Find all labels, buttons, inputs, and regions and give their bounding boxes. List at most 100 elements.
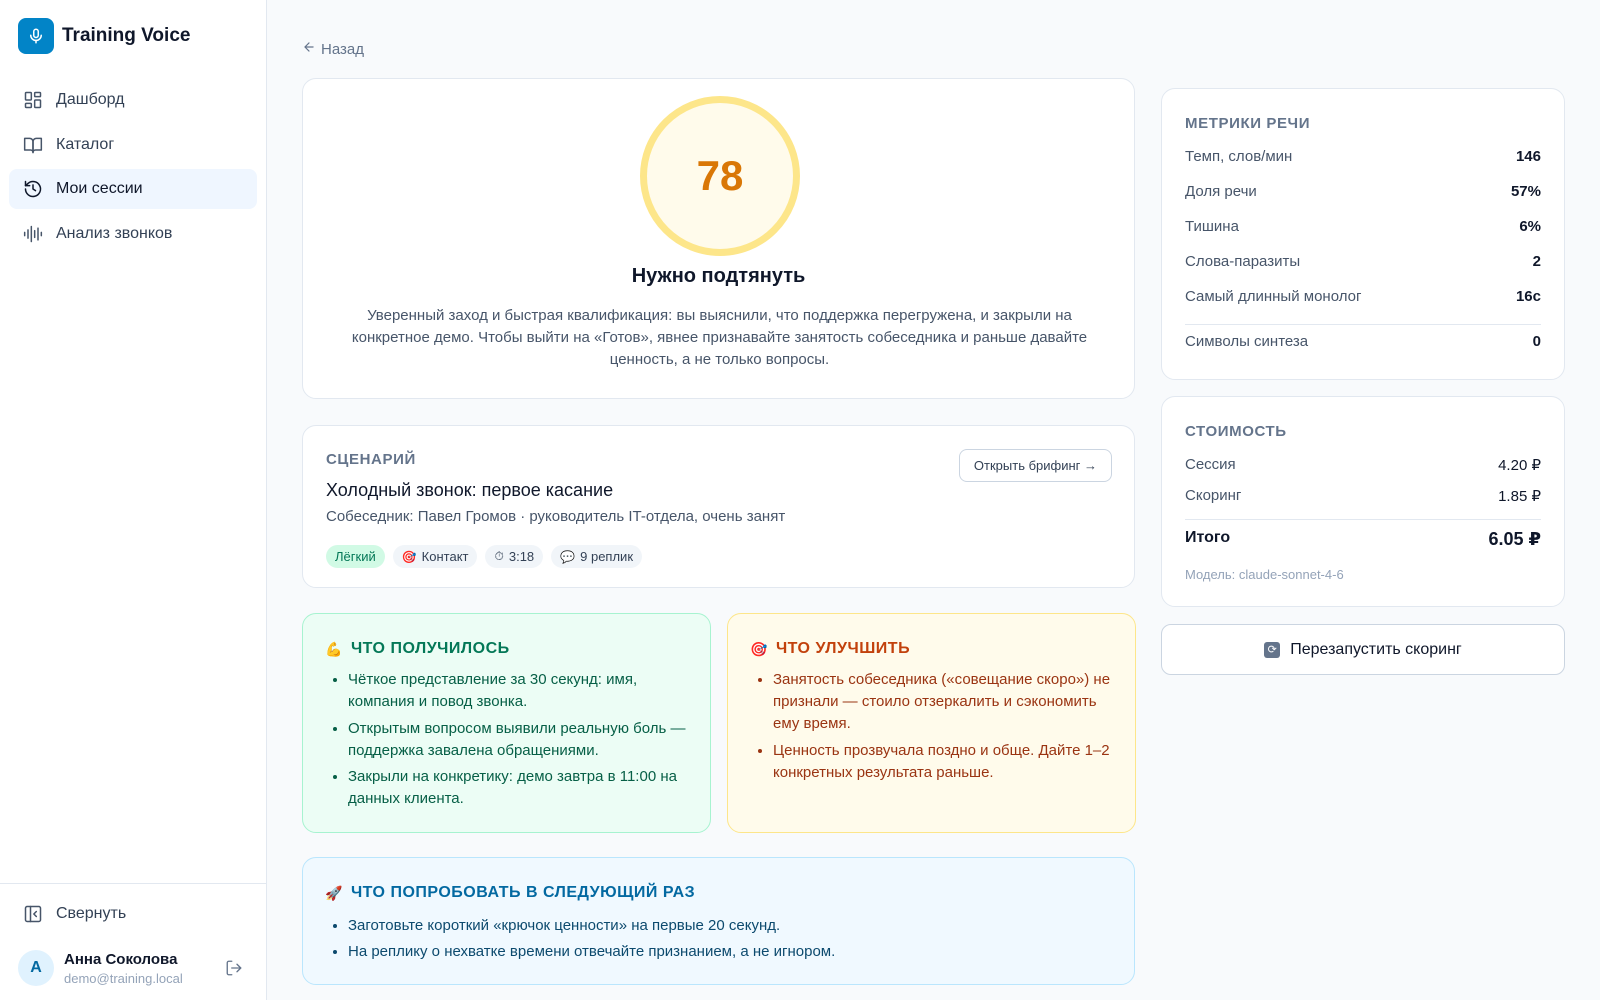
timer-icon: ⏱ [494,549,504,563]
dashboard-icon [23,90,43,110]
cost-label: Скоринг [1185,487,1242,504]
metric-value: 16с [1515,288,1541,305]
score-ring: 78 [640,96,800,256]
microphone-icon [18,18,54,54]
total-label: Итого [1185,529,1231,546]
score-value: 78 [696,152,744,199]
metric-row: Доля речи 57% [1185,183,1541,200]
rescore-button[interactable]: ⟳ Перезапустить скоринг [1161,624,1565,675]
metric-value: 146 [1515,148,1541,165]
collapse-button[interactable]: Свернуть [9,894,126,934]
waveform-icon [23,224,43,244]
book-icon [23,135,43,155]
cost-row-session: Сессия 4.20 ₽ [1185,456,1541,474]
speech-bubble-icon: 💬 [560,549,576,564]
duration-label: 3:18 [508,549,535,564]
back-label: Назад [321,40,364,58]
cost-caption: Стоимость [1185,423,1287,440]
model-label: Модель: claude-sonnet-4-6 [1185,567,1344,582]
brand[interactable]: Training Voice [18,18,190,54]
list-item: Чёткое представление за 30 секунд: имя, … [348,669,690,713]
cost-card: Стоимость Сессия 4.20 ₽ Скоринг 1.85 ₽ И… [1161,396,1565,607]
avatar: А [18,950,54,986]
metric-label: Тишина [1185,218,1239,235]
list-item: Ценность прозвучала поздно и обще. Дайте… [773,740,1115,784]
list-item: На реплику о нехватке времени отвечайте … [348,941,1114,963]
user-email: demo@training.local [64,970,183,986]
sidebar-item-label: Каталог [56,135,115,153]
sidebar: Training Voice Дашборд Каталог Мои сесси… [0,0,267,1000]
metric-row: Самый длинный монолог 16с [1185,288,1541,305]
refresh-icon: ⟳ [1264,641,1281,658]
sidebar-nav: Дашборд Каталог Мои сессии Анализ звонко… [9,80,257,258]
next-time-title: Что попробовать в следующий раз [350,884,696,901]
metric-value: 57% [1510,183,1541,200]
metric-row: Тишина 6% [1185,218,1541,235]
metric-label: Доля речи [1185,183,1257,200]
duration-tag: ⏱ 3:18 [485,545,544,568]
scenario-tags: Лёгкий 🎯 Контакт ⏱ 3:18 💬 9 реплик [326,545,650,568]
metric-label: Темп, слов/мин [1185,148,1293,165]
history-icon [23,179,43,199]
sidebar-item-label: Мои сессии [56,180,143,197]
sidebar-collapse-icon [23,904,43,924]
sidebar-item-my-sessions[interactable]: Мои сессии [9,169,257,209]
divider [1185,519,1541,520]
list-item: Закрыли на конкретику: демо завтра в 11:… [348,766,690,810]
rocket-icon: 🚀 [325,884,343,901]
improvements-card: 🎯 Что улучшить Занятость собеседника («с… [727,613,1136,833]
difficulty-badge: Лёгкий [326,545,385,568]
next-time-list: Заготовьте короткий «крючок ценности» на… [348,915,1114,967]
cost-row-scoring: Скоринг 1.85 ₽ [1185,487,1541,505]
stage-tag: 🎯 Контакт [392,545,478,568]
sidebar-item-dashboard[interactable]: Дашборд [9,80,257,120]
open-briefing-button[interactable]: Открыть брифинг → [958,449,1112,482]
cost-label: Сессия [1185,456,1236,473]
cost-value: 1.85 ₽ [1498,488,1541,505]
metric-row: Слова-паразиты 2 [1185,253,1541,270]
metric-value: 0 [1532,333,1541,350]
turns-tag: 💬 9 реплик [551,545,643,568]
sidebar-footer: Свернуть А Анна Соколова demo@training.l… [0,883,266,986]
score-summary: Уверенный заход и быстрая квалификация: … [351,307,1088,368]
sidebar-item-label: Анализ звонков [56,224,173,242]
stage-label: Контакт [421,549,469,564]
rescore-label: Перезапустить скоринг [1290,640,1462,658]
divider [1185,324,1541,325]
metric-row: Темп, слов/мин 146 [1185,148,1541,165]
metric-label: Самый длинный монолог [1185,288,1362,305]
user-profile: А Анна Соколова demo@training.local [18,946,248,990]
app-name: Training Voice [62,25,191,46]
strengths-title: Что получилось [350,640,510,657]
logout-icon[interactable] [224,958,244,978]
scenario-title: Холодный звонок: первое касание [326,480,614,500]
strengths-list: Чёткое представление за 30 секунд: имя, … [348,669,690,815]
metric-value: 6% [1519,218,1541,235]
total-value: 6.05 ₽ [1488,529,1541,549]
improvements-title: Что улучшить [775,640,911,657]
score-verdict: Нужно подтянуть [631,265,806,287]
sidebar-item-label: Дашборд [56,91,125,108]
metric-label: Слова-паразиты [1185,253,1301,270]
scenario-subtitle: Собеседник: Павел Громов · руководитель … [326,508,786,525]
list-item: Открытым вопросом выявили реальную боль … [348,718,690,762]
next-time-card: 🚀 Что попробовать в следующий раз Загото… [302,857,1135,985]
turns-label: 9 реплик [580,549,634,564]
flexed-biceps-icon: 💪 [325,640,343,657]
metric-label: Символы синтеза [1185,333,1309,350]
strengths-card: 💪 Что получилось Чёткое представление за… [302,613,711,833]
user-name: Анна Соколова [64,950,178,968]
metric-row: Символы синтеза 0 [1185,333,1541,350]
list-item: Занятость собеседника («совещание скоро»… [773,669,1115,735]
list-item: Заготовьте короткий «крючок ценности» на… [348,915,1114,937]
scenario-card: Сценарий Холодный звонок: первое касание… [302,425,1135,588]
score-card: 78 Нужно подтянуть Уверенный заход и быс… [302,78,1135,399]
scenario-caption: Сценарий [326,451,416,468]
cost-value: 4.20 ₽ [1498,457,1541,474]
sidebar-item-call-analysis[interactable]: Анализ звонков [9,214,257,254]
metric-value: 2 [1532,253,1541,270]
sidebar-item-catalog[interactable]: Каталог [9,125,257,165]
back-link[interactable]: Назад [302,40,364,58]
collapse-label: Свернуть [56,905,127,922]
speech-metrics-card: Метрики речи Темп, слов/мин 146 Доля реч… [1161,88,1565,380]
